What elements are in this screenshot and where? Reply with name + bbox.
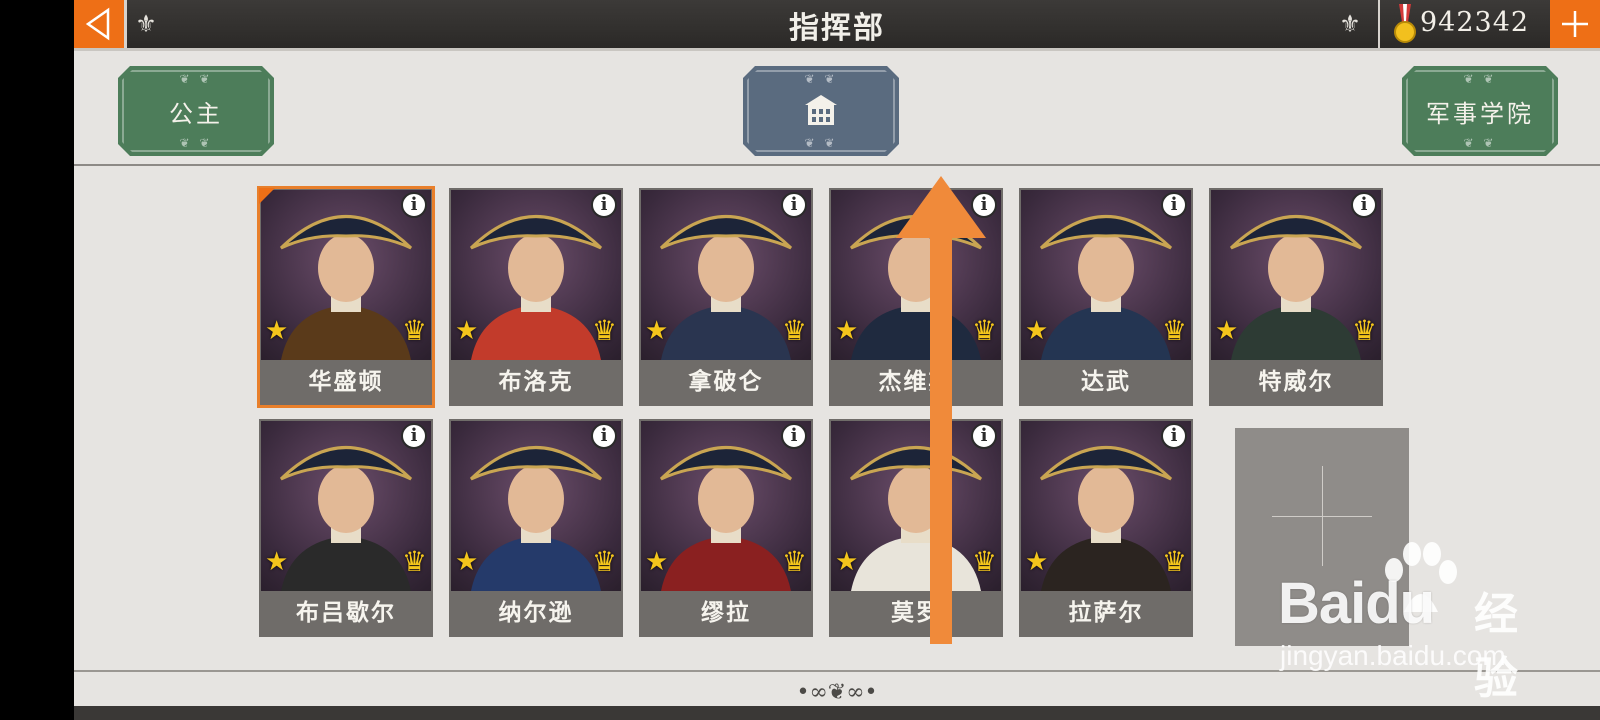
- plus-icon: [1562, 11, 1588, 37]
- crown-icon: ♛: [1351, 314, 1377, 347]
- info-icon[interactable]: i: [971, 192, 997, 218]
- star-rank-icon: ★: [645, 316, 669, 346]
- info-icon[interactable]: i: [401, 192, 427, 218]
- info-icon[interactable]: i: [591, 192, 617, 218]
- ornament-icon: ❦ ❦: [1463, 72, 1497, 86]
- crown-icon: ♛: [1161, 545, 1187, 578]
- star-rank-icon: ★: [835, 316, 859, 346]
- bottom-bar: [74, 706, 1600, 720]
- baidu-watermark: Baidu 经验 jingyan.baidu.com: [1224, 540, 1554, 704]
- princess-button[interactable]: ❦ ❦ 公主 ❦ ❦: [118, 66, 274, 156]
- crown-icon: ♛: [401, 314, 427, 347]
- star-rank-icon: ★: [1025, 547, 1049, 577]
- general-name: 拉萨尔: [1021, 591, 1191, 635]
- crown-icon: ♛: [591, 545, 617, 578]
- general-card[interactable]: i ★ ♛ 布吕歇尔: [259, 419, 433, 637]
- star-rank-icon: ★: [455, 547, 479, 577]
- general-name: 布洛克: [451, 360, 621, 404]
- gold-medal-icon: [1394, 4, 1416, 43]
- info-icon[interactable]: i: [591, 423, 617, 449]
- info-icon[interactable]: i: [1161, 423, 1187, 449]
- star-rank-icon: ★: [265, 316, 289, 346]
- general-card[interactable]: i ★ ♛ 特威尔: [1209, 188, 1383, 406]
- star-rank-icon: ★: [455, 316, 479, 346]
- top-bar: ⚜ 指挥部 ⚜ 942342: [74, 0, 1600, 51]
- star-rank-icon: ★: [1025, 316, 1049, 346]
- star-rank-icon: ★: [835, 547, 859, 577]
- crown-icon: ♛: [781, 314, 807, 347]
- star-rank-icon: ★: [265, 547, 289, 577]
- crown-icon: ♛: [1161, 314, 1187, 347]
- watermark-brand: Baidu: [1278, 571, 1435, 636]
- fleur-icon-right: ⚜: [1339, 10, 1361, 38]
- add-gold-button[interactable]: [1550, 0, 1600, 48]
- info-icon[interactable]: i: [401, 423, 427, 449]
- crown-icon: ♛: [401, 545, 427, 578]
- info-icon[interactable]: i: [781, 192, 807, 218]
- info-icon[interactable]: i: [1161, 192, 1187, 218]
- info-icon[interactable]: i: [781, 423, 807, 449]
- general-card[interactable]: i ★ ♛ 达武: [1019, 188, 1193, 406]
- general-name: 布吕歇尔: [261, 591, 431, 635]
- general-name: 特威尔: [1211, 360, 1381, 404]
- page-title: 指挥部: [789, 11, 885, 46]
- info-icon[interactable]: i: [971, 423, 997, 449]
- game-screen: ⚜ 指挥部 ⚜ 942342 ❦ ❦ 公主 ❦ ❦ ❦ ❦ ❦ ❦ ❦ ❦ 军事…: [74, 0, 1600, 720]
- general-name: 纳尔逊: [451, 591, 621, 635]
- ornament-icon: ❦ ❦: [179, 136, 213, 150]
- ornament-icon: ❦ ❦: [1463, 136, 1497, 150]
- up-arrow-annotation: [896, 176, 986, 644]
- general-card[interactable]: i ★ ♛ 布洛克: [449, 188, 623, 406]
- gold-value: 942342: [1420, 7, 1530, 38]
- ornament-icon: ❦ ❦: [804, 136, 838, 150]
- nav-row: ❦ ❦ 公主 ❦ ❦ ❦ ❦ ❦ ❦ ❦ ❦ 军事学院 ❦ ❦: [74, 56, 1600, 166]
- general-name: 达武: [1021, 360, 1191, 404]
- crown-icon: ♛: [591, 314, 617, 347]
- general-name: 缪拉: [641, 591, 811, 635]
- ornament-icon: ❦ ❦: [804, 72, 838, 86]
- military-academy-button-label: 军事学院: [1426, 99, 1534, 128]
- headquarters-button[interactable]: ❦ ❦ ❦ ❦: [743, 66, 899, 156]
- general-name: 拿破仑: [641, 360, 811, 404]
- general-card[interactable]: i ★ ♛ 拿破仑: [639, 188, 813, 406]
- general-card[interactable]: i ★ ♛ 缪拉: [639, 419, 813, 637]
- star-rank-icon: ★: [1215, 316, 1239, 346]
- gold-counter: 942342: [1378, 0, 1600, 48]
- star-rank-icon: ★: [645, 547, 669, 577]
- general-name: 华盛顿: [261, 360, 431, 404]
- princess-button-label: 公主: [169, 99, 223, 128]
- crown-icon: ♛: [781, 545, 807, 578]
- selected-corner: [259, 188, 275, 204]
- ornament-icon: ❦ ❦: [179, 72, 213, 86]
- info-icon[interactable]: i: [1351, 192, 1377, 218]
- military-academy-button[interactable]: ❦ ❦ 军事学院 ❦ ❦: [1402, 66, 1558, 156]
- watermark-url: jingyan.baidu.com: [1280, 640, 1506, 671]
- building-icon: [801, 93, 841, 129]
- general-card[interactable]: i ★ ♛ 拉萨尔: [1019, 419, 1193, 637]
- general-card[interactable]: i ★ ♛ 纳尔逊: [449, 419, 623, 637]
- general-card[interactable]: i ★ ♛ 华盛顿: [257, 186, 435, 408]
